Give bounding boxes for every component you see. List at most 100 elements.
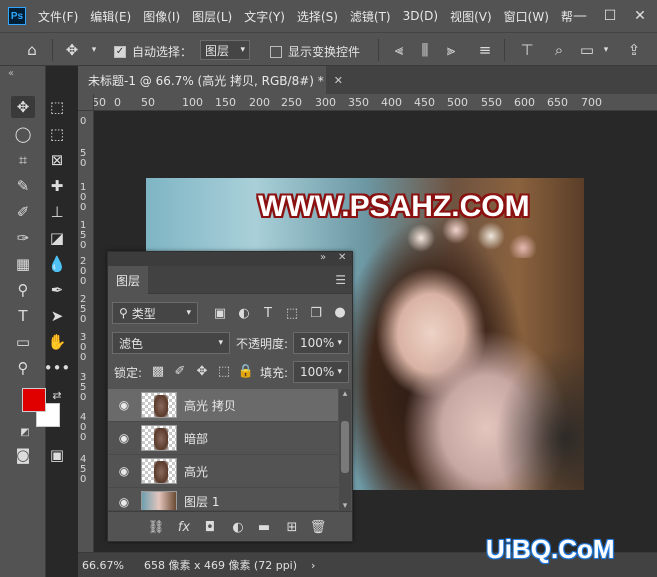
layers-scrollbar[interactable]: ▴ ▾ xyxy=(339,389,351,511)
menu-image[interactable]: 图像(I) xyxy=(143,8,180,25)
eye-icon[interactable]: ◉ xyxy=(116,463,132,479)
move-tool-icon[interactable]: ✥ xyxy=(11,96,35,118)
filter-adjustment-icon[interactable]: ◐ xyxy=(236,305,252,321)
object-select-tool-icon[interactable]: ⬚ xyxy=(45,123,69,145)
collapse-panel-icon[interactable]: » xyxy=(320,252,326,263)
adjustment-layer-icon[interactable]: ◐ xyxy=(230,519,246,535)
menu-type[interactable]: 文字(Y) xyxy=(244,8,285,25)
menu-edit[interactable]: 编辑(E) xyxy=(90,8,131,25)
align-top-icon[interactable]: ⊤ xyxy=(518,41,536,59)
pen-tool-icon[interactable]: ✒ xyxy=(45,279,69,301)
zoom-level[interactable]: 66.67% xyxy=(82,559,124,572)
vertical-ruler[interactable]: 0 50 100 150 200 250 300 350 400 450 xyxy=(78,111,94,552)
dodge-tool-icon[interactable]: ⚲ xyxy=(11,279,35,301)
history-brush-icon[interactable]: ✑ xyxy=(11,227,35,249)
link-layers-icon[interactable]: ⛓ xyxy=(148,519,165,535)
blur-tool-icon[interactable]: 💧 xyxy=(45,253,69,275)
filter-smart-object-icon[interactable]: ❐ xyxy=(308,305,324,321)
auto-select-checkbox[interactable]: ✓ xyxy=(114,45,126,58)
filter-shape-icon[interactable]: ⬚ xyxy=(284,305,300,321)
eraser-tool-icon[interactable]: ◪ xyxy=(45,227,69,249)
lock-image-icon[interactable]: ✐ xyxy=(172,363,188,379)
eye-icon[interactable]: ◉ xyxy=(116,430,132,446)
new-group-icon[interactable]: ▬ xyxy=(256,519,272,535)
eye-icon[interactable]: ◉ xyxy=(116,494,132,510)
fill-input[interactable]: 100% ▾ xyxy=(293,361,349,383)
align-left-icon[interactable]: ⫷ xyxy=(390,41,408,59)
stamp-tool-icon[interactable]: ⊥ xyxy=(45,201,69,223)
fx-icon[interactable]: fx xyxy=(176,519,192,535)
layer-row[interactable]: ◉ 高光 xyxy=(108,455,338,488)
document-tab[interactable]: 未标题-1 @ 66.7% (高光 拷贝, RGB/8#) * ✕ xyxy=(78,66,343,94)
frame-tool-icon[interactable]: ⊠ xyxy=(45,149,69,171)
screen-mode-icon[interactable]: ▣ xyxy=(45,444,69,466)
align-right-icon[interactable]: ⫸ xyxy=(442,41,460,59)
gradient-tool-icon[interactable]: ▦ xyxy=(11,253,35,275)
marquee-tool-icon[interactable]: ⬚ xyxy=(45,96,69,118)
opacity-input[interactable]: 100% ▾ xyxy=(293,332,349,354)
trash-icon[interactable]: 🗑 xyxy=(310,519,327,535)
search-icon[interactable]: ⌕ xyxy=(550,41,568,59)
workspace-icon[interactable]: ▭ xyxy=(578,41,596,59)
brush-tool-icon[interactable]: ✐ xyxy=(11,201,35,223)
panel-menu-icon[interactable]: ☰ xyxy=(335,273,346,287)
hand-tool-icon[interactable]: ✋ xyxy=(45,331,69,353)
menu-filter[interactable]: 滤镜(T) xyxy=(350,8,391,25)
maximize-icon[interactable]: ☐ xyxy=(595,0,625,32)
foreground-color-swatch[interactable] xyxy=(22,388,46,412)
more-tools-icon[interactable]: ••• xyxy=(44,357,71,379)
menu-select[interactable]: 选择(S) xyxy=(297,8,338,25)
eye-icon[interactable]: ◉ xyxy=(116,397,132,413)
add-mask-icon[interactable]: ◘ xyxy=(202,519,218,535)
menu-file[interactable]: 文件(F) xyxy=(38,8,78,25)
crop-tool-icon[interactable]: ⌗ xyxy=(11,149,35,171)
minimize-icon[interactable]: — xyxy=(565,0,595,32)
close-icon[interactable]: ✕ xyxy=(334,74,343,87)
show-transform-checkbox[interactable] xyxy=(270,45,282,58)
filter-toggle-icon[interactable]: ● xyxy=(334,304,346,320)
horizontal-ruler[interactable]: 50 0 50 100 150 200 250 300 350 400 450 … xyxy=(94,94,657,111)
menu-view[interactable]: 视图(V) xyxy=(450,8,492,25)
scroll-up-icon[interactable]: ▴ xyxy=(339,389,351,399)
layer-row[interactable]: ◉ 暗部 xyxy=(108,422,338,455)
scroll-down-icon[interactable]: ▾ xyxy=(339,501,351,511)
scrollbar-thumb[interactable] xyxy=(341,421,349,473)
quick-mask-icon[interactable]: ◙ xyxy=(11,444,35,466)
rectangle-tool-icon[interactable]: ▭ xyxy=(11,331,35,353)
eyedropper-tool-icon[interactable]: ✎ xyxy=(11,175,35,197)
collapse-toolbar-icon[interactable]: « xyxy=(8,68,14,79)
healing-brush-icon[interactable]: ✚ xyxy=(45,175,69,197)
close-panel-icon[interactable]: ✕ xyxy=(338,252,346,263)
layer-row[interactable]: ◉ 高光 拷贝 xyxy=(108,389,338,422)
distribute-icon[interactable]: ≡ xyxy=(476,41,494,59)
filter-pixel-icon[interactable]: ▣ xyxy=(212,305,228,321)
move-tool-icon[interactable]: ✥ xyxy=(62,40,82,60)
lock-all-icon[interactable]: 🔒 xyxy=(238,363,254,379)
new-layer-icon[interactable]: ⊞ xyxy=(284,519,300,535)
lock-position-icon[interactable]: ✥ xyxy=(194,363,210,379)
close-window-icon[interactable]: ✕ xyxy=(625,0,655,32)
photoshop-logo-icon[interactable]: Ps xyxy=(8,7,26,25)
chevron-down-icon[interactable]: ▾ xyxy=(88,42,100,58)
auto-select-dropdown[interactable]: 图层 ▾ xyxy=(200,40,250,60)
home-icon[interactable]: ⌂ xyxy=(22,40,42,60)
type-tool-icon[interactable]: T xyxy=(11,305,35,327)
chevron-right-icon[interactable]: › xyxy=(311,559,315,572)
path-select-tool-icon[interactable]: ➤ xyxy=(45,305,69,327)
blend-mode-dropdown[interactable]: 滤色 ▾ xyxy=(112,332,230,354)
lock-transparent-icon[interactable]: ▩ xyxy=(150,363,166,379)
lock-artboard-icon[interactable]: ⬚ xyxy=(216,363,232,379)
default-colors-icon[interactable]: ◩ xyxy=(13,421,37,443)
layer-row[interactable]: ◉ 图层 1 xyxy=(108,488,338,511)
chevron-down-icon[interactable]: ▾ xyxy=(600,42,612,58)
align-center-icon[interactable]: ⫼ xyxy=(416,41,434,59)
zoom-tool-icon[interactable]: ⚲ xyxy=(11,357,35,379)
filter-type-icon[interactable]: T xyxy=(260,305,276,321)
tab-layers[interactable]: 图层 xyxy=(108,266,148,294)
lasso-tool-icon[interactable]: ◯ xyxy=(11,123,35,145)
filter-kind-dropdown[interactable]: ⚲ 类型 ▾ xyxy=(112,302,198,324)
menu-3d[interactable]: 3D(D) xyxy=(403,9,438,23)
menu-window[interactable]: 窗口(W) xyxy=(504,8,549,25)
share-icon[interactable]: ⇪ xyxy=(624,41,644,59)
menu-layer[interactable]: 图层(L) xyxy=(192,8,232,25)
